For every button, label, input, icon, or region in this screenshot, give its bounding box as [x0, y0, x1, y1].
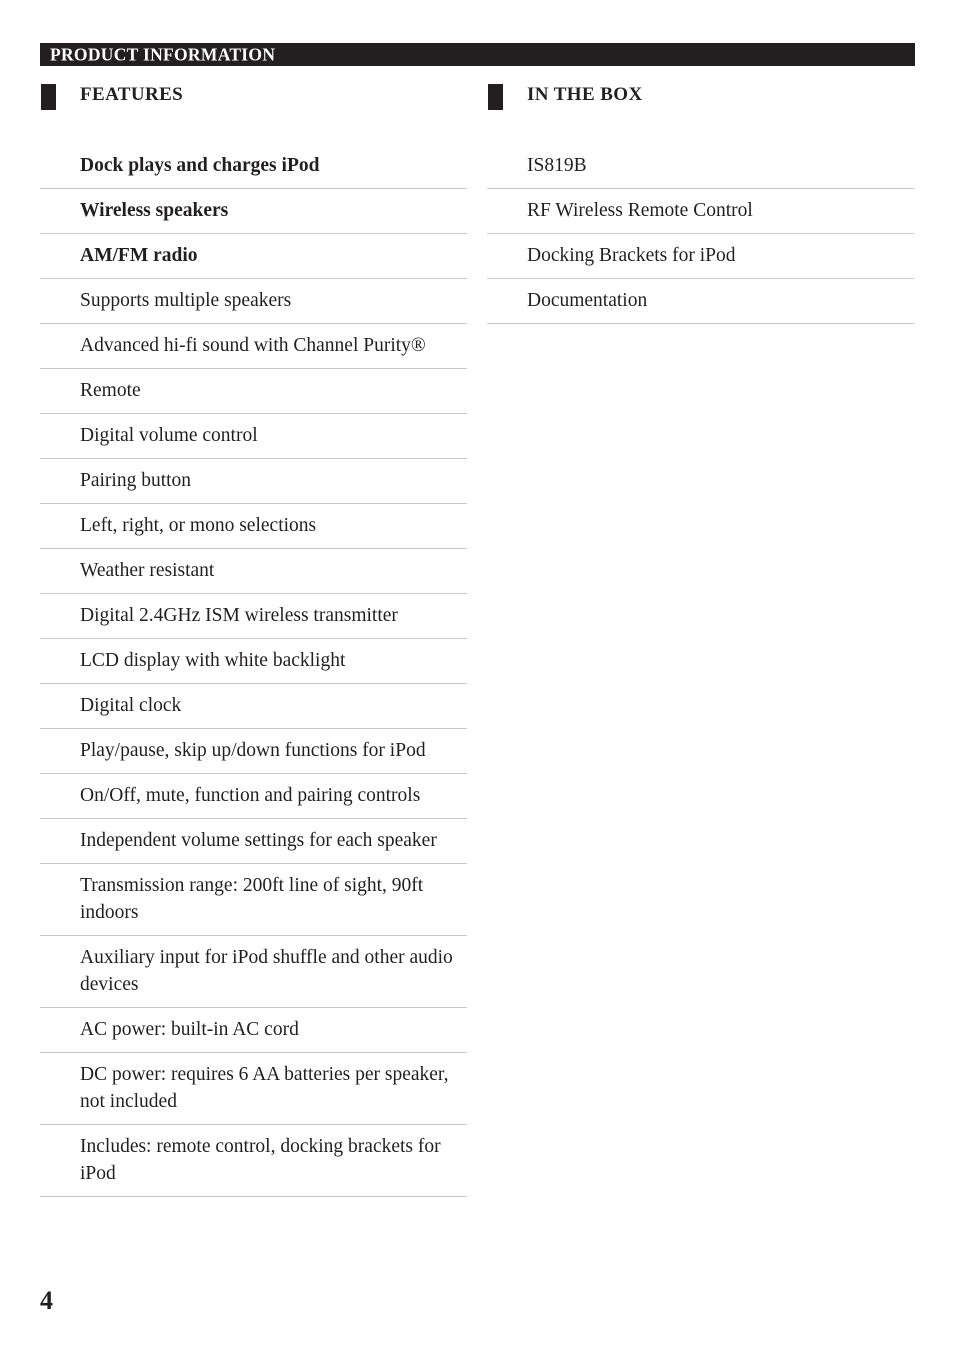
features-heading-label: FEATURES: [80, 84, 184, 105]
list-item: Weather resistant: [40, 549, 467, 594]
list-item: Remote: [40, 369, 467, 414]
product-information-banner: PRODUCT INFORMATION: [40, 43, 915, 66]
list-item: Auxiliary input for iPod shuffle and oth…: [40, 936, 467, 1008]
in-the-box-list: IS819B RF Wireless Remote Control Docking …: [487, 144, 914, 324]
features-column: FEATURES Dock plays and charges iPod Wire…: [40, 82, 467, 1197]
page-number: 4: [40, 1286, 53, 1315]
in-the-box-column: IN THE BOX IS819B RF Wireless Remote Cont…: [487, 82, 914, 324]
square-marker-icon: [41, 84, 56, 110]
square-marker-icon: [488, 84, 503, 110]
features-section-heading: FEATURES: [40, 82, 467, 128]
list-item: Digital 2.4GHz ISM wireless transmitter: [40, 594, 467, 639]
list-item: Advanced hi-fi sound with Channel Purity…: [40, 324, 467, 369]
list-item: RF Wireless Remote Control: [487, 189, 914, 234]
list-item: IS819B: [487, 144, 914, 189]
list-item: Independent volume settings for each spe…: [40, 819, 467, 864]
document-page: PRODUCT INFORMATION FEATURES Dock plays …: [0, 0, 954, 1354]
list-item: AM/FM radio: [40, 234, 467, 279]
features-list: Dock plays and charges iPod Wireless spea…: [40, 144, 467, 1197]
list-item: DC power: requires 6 AA batteries per sp…: [40, 1053, 467, 1125]
list-item: Transmission range: 200ft line of sight,…: [40, 864, 467, 936]
list-item: Documentation: [487, 279, 914, 324]
list-item: AC power: built-in AC cord: [40, 1008, 467, 1053]
list-item: Pairing button: [40, 459, 467, 504]
list-item: Includes: remote control, docking bracke…: [40, 1125, 467, 1197]
list-item: Digital clock: [40, 684, 467, 729]
list-item: Digital volume control: [40, 414, 467, 459]
list-item: Supports multiple speakers: [40, 279, 467, 324]
list-item: LCD display with white backlight: [40, 639, 467, 684]
page-title: PRODUCT INFORMATION: [50, 43, 276, 64]
list-item: Play/pause, skip up/down functions for i…: [40, 729, 467, 774]
in-the-box-heading-label: IN THE BOX: [527, 84, 643, 105]
list-item: On/Off, mute, function and pairing contr…: [40, 774, 467, 819]
in-the-box-section-heading: IN THE BOX: [487, 82, 914, 128]
list-item: Docking Brackets for iPod: [487, 234, 914, 279]
list-item: Wireless speakers: [40, 189, 467, 234]
list-item: Left, right, or mono selections: [40, 504, 467, 549]
list-item: Dock plays and charges iPod: [40, 144, 467, 189]
